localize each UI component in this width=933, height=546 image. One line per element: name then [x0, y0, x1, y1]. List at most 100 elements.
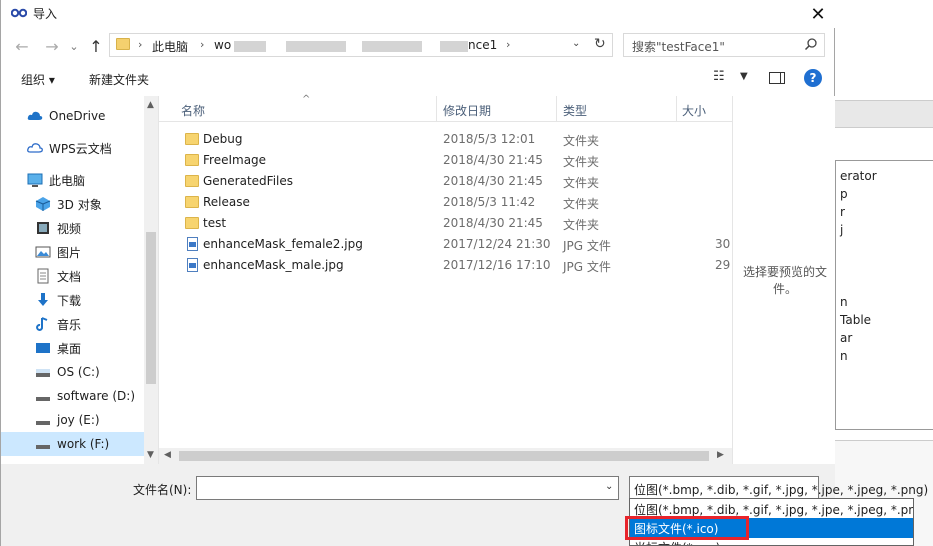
- file-size: 30: [715, 237, 731, 251]
- sidebar-item-drive-c[interactable]: OS (C:): [1, 360, 144, 384]
- breadcrumb-current[interactable]: nce1: [468, 38, 497, 52]
- filetype-select[interactable]: 位图(*.bmp, *.dib, *.gif, *.jpg, *.jpe, *.…: [629, 476, 928, 500]
- folder-icon: [185, 133, 199, 145]
- sidebar-item-label: 桌面: [57, 341, 82, 356]
- sidebar-item-drive-e[interactable]: joy (E:): [1, 408, 144, 432]
- new-folder-button[interactable]: 新建文件夹: [89, 71, 149, 88]
- filename-label: 文件名(N):: [133, 483, 192, 497]
- preview-pane-icon[interactable]: [769, 72, 785, 84]
- cloud-icon: [27, 111, 43, 120]
- column-size[interactable]: 大小: [682, 102, 706, 119]
- table-row[interactable]: enhanceMask_male.jpg 2017/12/16 17:10 JP…: [159, 255, 732, 276]
- file-name: enhanceMask_female2.jpg: [203, 237, 363, 251]
- annotation-highlight-box: [625, 516, 749, 540]
- view-options-icon[interactable]: ☷: [713, 69, 725, 84]
- column-divider[interactable]: [556, 96, 557, 122]
- search-box[interactable]: 搜索"testFace1": [623, 33, 825, 57]
- organize-button[interactable]: 组织 ▾: [21, 71, 55, 88]
- table-row[interactable]: FreeImage 2018/4/30 21:45 文件夹: [159, 150, 732, 171]
- sidebar-item-drive-d[interactable]: software (D:): [1, 384, 144, 408]
- forward-button[interactable]: →: [41, 35, 63, 57]
- file-type: JPG 文件: [563, 260, 611, 274]
- search-input[interactable]: 搜索"testFace1": [632, 38, 725, 55]
- drive-icon: [36, 421, 50, 425]
- chevron-down-icon[interactable]: ⌄: [605, 481, 613, 492]
- file-type: 文件夹: [563, 197, 600, 211]
- file-type: 文件夹: [563, 218, 600, 232]
- background-window: erator p r j n Table ar n: [834, 0, 933, 546]
- address-bar[interactable]: › 此电脑 › wo nce1 › ⌄ ↻: [109, 33, 613, 57]
- command-bar: 组织 ▾ 新建文件夹 ☷ ▼ ?: [1, 64, 835, 94]
- file-date: 2017/12/24 21:30: [443, 237, 551, 251]
- sidebar-item-videos[interactable]: 视频: [1, 216, 144, 240]
- scroll-left-icon[interactable]: ◀: [164, 450, 171, 460]
- folder-icon: [185, 196, 199, 208]
- sidebar-item-desktop[interactable]: 桌面: [1, 336, 144, 360]
- redacted-path: [286, 41, 346, 52]
- sidebar-scrollbar[interactable]: ▲ ▼: [144, 96, 158, 464]
- sidebar-item-label: 文档: [57, 269, 82, 284]
- table-row[interactable]: enhanceMask_female2.jpg 2017/12/24 21:30…: [159, 234, 732, 255]
- help-icon[interactable]: ?: [804, 69, 822, 87]
- sidebar-item-onedrive[interactable]: OneDrive: [1, 104, 144, 128]
- scroll-up-icon[interactable]: ▲: [147, 100, 154, 110]
- file-type: 文件夹: [563, 134, 600, 148]
- music-icon: [36, 317, 48, 331]
- sidebar-item-documents[interactable]: 文档: [1, 264, 144, 288]
- column-type[interactable]: 类型: [563, 102, 587, 119]
- sidebar-item-this-pc[interactable]: 此电脑: [1, 168, 144, 192]
- table-row[interactable]: test 2018/4/30 21:45 文件夹: [159, 213, 732, 234]
- scrollbar-thumb[interactable]: [146, 232, 156, 384]
- filetype-selected-value: 位图(*.bmp, *.dib, *.gif, *.jpg, *.jpe, *.…: [634, 483, 929, 497]
- filename-input[interactable]: [196, 476, 619, 500]
- column-name[interactable]: 名称: [181, 102, 205, 119]
- preview-pane: 选择要预览的文件。: [732, 96, 835, 464]
- redacted-path: [440, 41, 468, 52]
- import-dialog: 导入 ✕ ← → ⌄ ↑ › 此电脑 › wo nce1 › ⌄ ↻ 搜索"te…: [0, 0, 928, 546]
- background-toolbar: [835, 100, 933, 128]
- sidebar-item-label: 3D 对象: [57, 197, 102, 212]
- up-button[interactable]: ↑: [85, 35, 107, 57]
- search-icon[interactable]: [804, 37, 818, 51]
- column-divider[interactable]: [676, 96, 677, 122]
- table-row[interactable]: Release 2018/5/3 11:42 文件夹: [159, 192, 732, 213]
- background-text: r: [840, 205, 845, 219]
- breadcrumb-segment[interactable]: wo: [214, 38, 231, 52]
- sidebar-item-3d-objects[interactable]: 3D 对象: [1, 192, 144, 216]
- back-button[interactable]: ←: [11, 35, 33, 57]
- sidebar-item-label: 音乐: [57, 317, 82, 332]
- breadcrumb-this-pc[interactable]: 此电脑: [152, 38, 188, 55]
- close-button[interactable]: ✕: [801, 0, 835, 28]
- refresh-icon[interactable]: ↻: [594, 36, 606, 52]
- sidebar-item-pictures[interactable]: 图片: [1, 240, 144, 264]
- recent-locations-button[interactable]: ⌄: [63, 35, 85, 57]
- column-date[interactable]: 修改日期: [443, 102, 491, 119]
- horizontal-scrollbar[interactable]: ◀ ▶: [159, 448, 732, 464]
- address-dropdown-icon[interactable]: ⌄: [572, 38, 580, 49]
- chevron-down-icon: ⌄: [69, 39, 79, 53]
- sidebar-item-label: work (F:): [57, 437, 110, 451]
- sidebar-item-wps-cloud[interactable]: WPS云文档: [1, 136, 144, 160]
- sidebar-item-drive-f[interactable]: work (F:): [1, 432, 144, 456]
- table-row[interactable]: GeneratedFiles 2018/4/30 21:45 文件夹: [159, 171, 732, 192]
- arrow-right-icon: →: [45, 36, 59, 56]
- file-date: 2017/12/16 17:10: [443, 258, 551, 272]
- table-row[interactable]: Debug 2018/5/3 12:01 文件夹: [159, 129, 732, 150]
- title-bar: 导入 ✕: [1, 0, 835, 28]
- background-text: ar: [840, 331, 853, 345]
- file-date: 2018/5/3 12:01: [443, 132, 536, 146]
- cloud-icon: [27, 143, 43, 153]
- column-divider[interactable]: [436, 96, 437, 122]
- background-text: n: [840, 295, 848, 309]
- scroll-right-icon[interactable]: ▶: [717, 450, 724, 460]
- sidebar-item-label: OS (C:): [57, 365, 100, 379]
- sidebar-item-music[interactable]: 音乐: [1, 312, 144, 336]
- scroll-down-icon[interactable]: ▼: [147, 450, 154, 460]
- file-date: 2018/5/3 11:42: [443, 195, 536, 209]
- view-options-dropdown-icon[interactable]: ▼: [740, 71, 748, 82]
- sidebar-item-label: 此电脑: [49, 173, 86, 188]
- file-size: 29: [715, 258, 731, 272]
- sidebar-item-downloads[interactable]: 下载: [1, 288, 144, 312]
- document-icon: [37, 268, 49, 284]
- scrollbar-thumb[interactable]: [179, 451, 709, 461]
